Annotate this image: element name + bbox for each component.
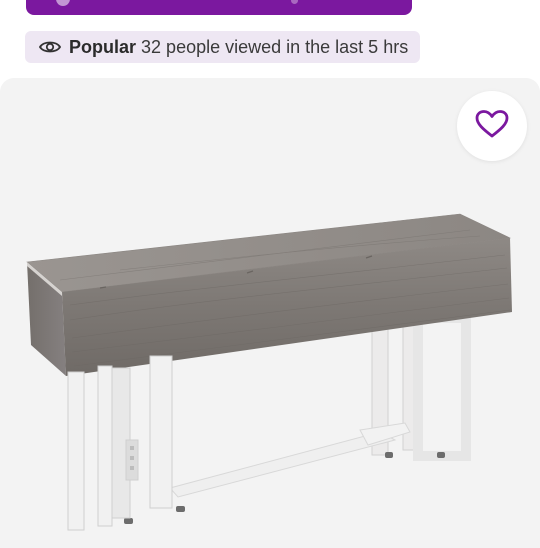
eye-icon [39,39,61,55]
promo-icon [56,0,70,6]
favorite-button[interactable] [457,91,527,161]
product-image[interactable] [0,78,540,540]
promo-banner[interactable] [26,0,412,15]
promo-decoration [291,0,298,4]
popular-text: 32 people viewed in the last 5 hrs [141,36,409,57]
heart-icon [475,109,509,144]
popularity-badge: Popular 32 people viewed in the last 5 h… [25,31,421,63]
popular-label: Popular [69,36,137,57]
